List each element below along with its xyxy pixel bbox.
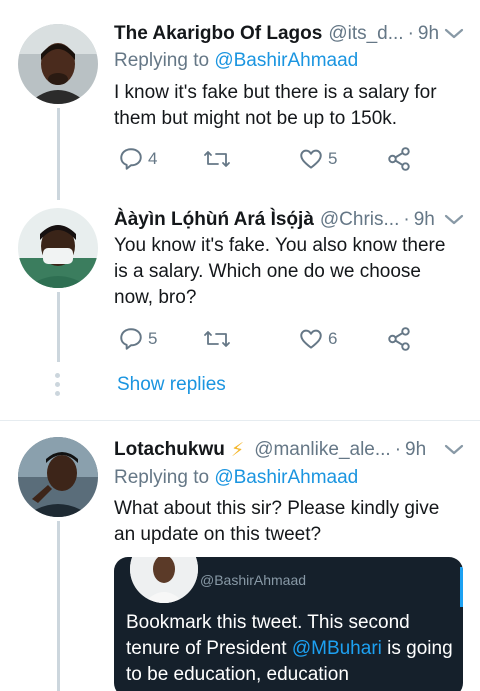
reply-button[interactable]: 5 xyxy=(118,326,157,352)
user-handle[interactable]: @Chris... xyxy=(320,209,399,231)
reply-button[interactable]: 4 xyxy=(118,146,157,172)
tweet-actions: 4 5 xyxy=(114,146,414,176)
heart-icon xyxy=(300,329,322,349)
like-count: 5 xyxy=(328,149,338,168)
quoted-handle[interactable]: @BashirAhmaad xyxy=(200,572,306,588)
replying-to-mention[interactable]: @BashirAhmaad xyxy=(214,467,358,488)
tweet-header: Lotachukwu ⚡ @manlike_ale... · 9h xyxy=(114,436,466,464)
display-name[interactable]: Lotachukwu xyxy=(114,439,225,461)
thread-line xyxy=(57,292,60,362)
retweet-button[interactable] xyxy=(202,326,232,352)
timestamp[interactable]: 9h xyxy=(414,209,435,231)
thread-line xyxy=(57,521,60,691)
share-button[interactable] xyxy=(386,326,412,352)
retweet-icon xyxy=(204,331,230,347)
like-button[interactable]: 6 xyxy=(298,326,337,352)
show-replies-link[interactable]: Show replies xyxy=(117,374,226,396)
reply-icon xyxy=(120,148,142,170)
like-button[interactable]: 5 xyxy=(298,146,337,172)
thread-line xyxy=(57,108,60,200)
tweet-1[interactable]: The Akarigbo Of Lagos @its_d... · 9h Rep… xyxy=(0,0,480,200)
share-icon xyxy=(388,327,410,351)
display-name[interactable]: The Akarigbo Of Lagos xyxy=(114,23,322,45)
quoted-avatar xyxy=(130,557,198,603)
timestamp[interactable]: 9h xyxy=(418,23,439,45)
avatar[interactable] xyxy=(18,208,98,288)
chevron-down-icon[interactable] xyxy=(442,438,466,462)
replying-to: Replying to @BashirAhmaad xyxy=(114,467,358,489)
tweet-header: The Akarigbo Of Lagos @its_d... · 9h xyxy=(114,20,466,48)
replying-to-label: Replying to xyxy=(114,467,210,488)
chevron-down-icon[interactable] xyxy=(442,208,466,232)
reply-count: 5 xyxy=(148,329,158,348)
thread-dots xyxy=(55,373,61,400)
replying-to: Replying to @BashirAhmaad xyxy=(114,50,358,72)
share-icon xyxy=(388,147,410,171)
like-count: 6 xyxy=(328,329,338,348)
separator-dot: · xyxy=(394,439,402,460)
quoted-mention[interactable]: @MBuhari xyxy=(292,638,382,659)
separator-dot: · xyxy=(403,209,410,230)
tweet-2[interactable]: Ààyìn Lọ́hùń Ará Ìsọ́jà @Chris... · 9h Y… xyxy=(0,200,480,420)
quoted-text: Bookmark this tweet. This second tenure … xyxy=(126,610,455,688)
tweet-text: What about this sir? Please kindly give … xyxy=(114,498,440,545)
avatar[interactable] xyxy=(18,437,98,517)
heart-icon xyxy=(300,149,322,169)
retweet-button[interactable] xyxy=(202,146,232,172)
separator-dot: · xyxy=(407,23,414,44)
replying-to-label: Replying to xyxy=(114,50,210,71)
tweet-actions: 5 6 xyxy=(114,326,414,356)
user-handle[interactable]: @its_d... xyxy=(328,23,403,45)
quoted-tweet-card[interactable]: @BashirAhmaad Bookmark this tweet. This … xyxy=(114,557,463,691)
tweet-text: You know it's fake. You also know there … xyxy=(114,235,446,308)
reply-count: 4 xyxy=(148,149,158,168)
retweet-icon xyxy=(204,151,230,167)
tweet-text: I know it's fake but there is a salary f… xyxy=(114,82,437,129)
user-handle[interactable]: @manlike_ale... xyxy=(254,439,391,461)
replying-to-mention[interactable]: @BashirAhmaad xyxy=(214,50,358,71)
avatar[interactable] xyxy=(18,24,98,104)
quoted-accent-bar xyxy=(460,567,463,607)
timestamp[interactable]: 9h xyxy=(405,439,426,461)
display-name[interactable]: Ààyìn Lọ́hùń Ará Ìsọ́jà xyxy=(114,209,314,231)
share-button[interactable] xyxy=(386,146,412,172)
reply-icon xyxy=(120,328,142,350)
lightning-emoji: ⚡ xyxy=(230,439,245,461)
chevron-down-icon[interactable] xyxy=(442,22,466,46)
tweet-header: Ààyìn Lọ́hùń Ará Ìsọ́jà @Chris... · 9h xyxy=(114,206,466,234)
